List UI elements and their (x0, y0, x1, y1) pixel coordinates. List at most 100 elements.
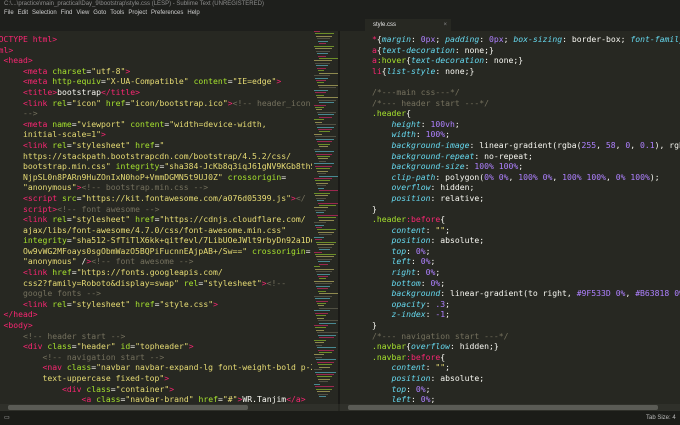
code-line: "anonymous"><!-- bootstrap.min.css --> (0, 182, 320, 193)
minimap-line (318, 378, 330, 380)
minimap-line (318, 55, 326, 57)
minimap-line (318, 84, 338, 86)
minimap-line (316, 109, 322, 111)
menu-item-file[interactable]: File (4, 10, 14, 16)
code-token: WR.Tanjim (242, 394, 287, 404)
left-editor-pane[interactable]: <!DOCTYPE html><html> <head> <meta chars… (0, 31, 338, 404)
tab-style-css[interactable]: style.css × (365, 19, 451, 31)
code-line: bootstrap.min.css" integrity="sha384-JcK… (0, 161, 320, 172)
minimap-line (319, 146, 328, 148)
minimap-line (319, 87, 336, 89)
code-token: class (47, 341, 72, 352)
code-token: : none;} (454, 44, 494, 55)
code-token: background-repeat (391, 150, 475, 161)
close-icon[interactable]: × (443, 19, 447, 31)
code-token: 0% (430, 277, 441, 288)
code-token: position (391, 192, 431, 203)
code-token: : (425, 298, 436, 309)
code-line: <link rel="stylesheet" href="style.css"> (0, 299, 320, 310)
right-code[interactable]: *{margin: 0px; padding: 0px; box-sizing:… (372, 34, 680, 404)
code-token: "header" (76, 341, 116, 352)
code-token: ; (445, 298, 450, 309)
status-bar: ▭ Tab Size: 4 (0, 411, 680, 425)
code-line: <div class="header" id="topheader"> (0, 341, 320, 352)
menu-item-help[interactable]: Help (187, 10, 199, 16)
minimap-line (315, 62, 330, 64)
code-token: 100% 0% (518, 171, 553, 182)
code-token: "https://kit.fontawesome.com/a076d05399.… (81, 192, 292, 203)
code-line: height: 100vh; (372, 119, 680, 130)
code-line: content: ""; (372, 225, 680, 236)
menu-item-view[interactable]: View (76, 10, 89, 16)
menu-item-selection[interactable]: Selection (32, 10, 57, 16)
right-editor-pane[interactable]: *{margin: 0px; padding: 0px; box-sizing:… (340, 31, 680, 404)
code-line: width: 100%; (372, 129, 680, 140)
minimap-line (319, 219, 334, 221)
window-title: C:\...\practice\main_practical\Day_9\boo… (0, 0, 680, 9)
menu-item-preferences[interactable]: Preferences (151, 10, 183, 16)
code-token: "topheader" (135, 341, 189, 352)
right-scroll-thumb[interactable] (348, 405, 658, 410)
code-token: > (100, 129, 106, 140)
code-token: content (391, 224, 426, 235)
code-line: background-size: 100% 100%; (372, 161, 680, 172)
code-token: top (391, 383, 407, 394)
code-token: , (615, 139, 626, 150)
code-line: .header:before{ (372, 214, 680, 225)
minimap-line (319, 307, 338, 309)
tab-size-indicator[interactable]: Tab Size: 4 (646, 411, 676, 425)
menu-item-project[interactable]: Project (128, 10, 147, 16)
left-scroll-thumb[interactable] (8, 405, 248, 410)
menu-item-find[interactable]: Find (61, 10, 73, 16)
code-token: </title> (100, 86, 140, 97)
code-token: "container" (115, 383, 170, 394)
code-token: /*---main css---*/ (372, 86, 460, 97)
code-line: position: relative; (372, 193, 680, 204)
code-token: > (213, 298, 218, 309)
menu-item-edit[interactable]: Edit (18, 10, 28, 16)
code-token: "https://fonts.googleapis.com/ (76, 267, 223, 278)
minimap-line (314, 104, 326, 106)
left-code[interactable]: <!DOCTYPE html><html> <head> <meta chars… (0, 34, 320, 404)
code-token: position (391, 235, 431, 246)
minimap-line (319, 175, 338, 177)
code-token: <head> (3, 55, 33, 66)
code-token: text-decoration (381, 44, 455, 55)
code-token: left (391, 256, 412, 267)
code-token: : (420, 277, 431, 288)
minimap-line (317, 258, 332, 260)
minimap-line (316, 359, 336, 361)
minimap-line (317, 67, 326, 69)
code-line: *{margin: 0px; padding: 0px; box-sizing:… (372, 34, 680, 45)
code-line: <!-- navigation start --> (0, 352, 320, 363)
code-token: 0% (415, 383, 426, 394)
left-minimap[interactable] (312, 31, 338, 404)
code-token: class (86, 383, 111, 394)
code-token: right (391, 267, 416, 278)
menu-item-tools[interactable]: Tools (110, 10, 124, 16)
tab-label: style.css (373, 22, 397, 28)
console-icon[interactable]: ▭ (4, 411, 10, 425)
code-line: ajax/libs/font-awesome/4.7.0/css/font-aw… (0, 225, 320, 236)
minimap-line (317, 376, 332, 378)
code-line: <meta name="viewport" content="width=dev… (0, 119, 320, 130)
code-line: li{list-style: none;} (372, 66, 680, 77)
code-token: <meta (22, 76, 53, 87)
code-token: > (164, 373, 170, 383)
minimap-line (316, 300, 328, 302)
code-token: " (159, 139, 165, 150)
code-token: .header (372, 214, 407, 225)
minimap-line (316, 271, 332, 273)
menu-item-goto[interactable]: Goto (93, 10, 106, 16)
code-token: : (411, 34, 421, 44)
code-line: position: absolute; (372, 235, 680, 246)
minimap-line (317, 347, 336, 349)
